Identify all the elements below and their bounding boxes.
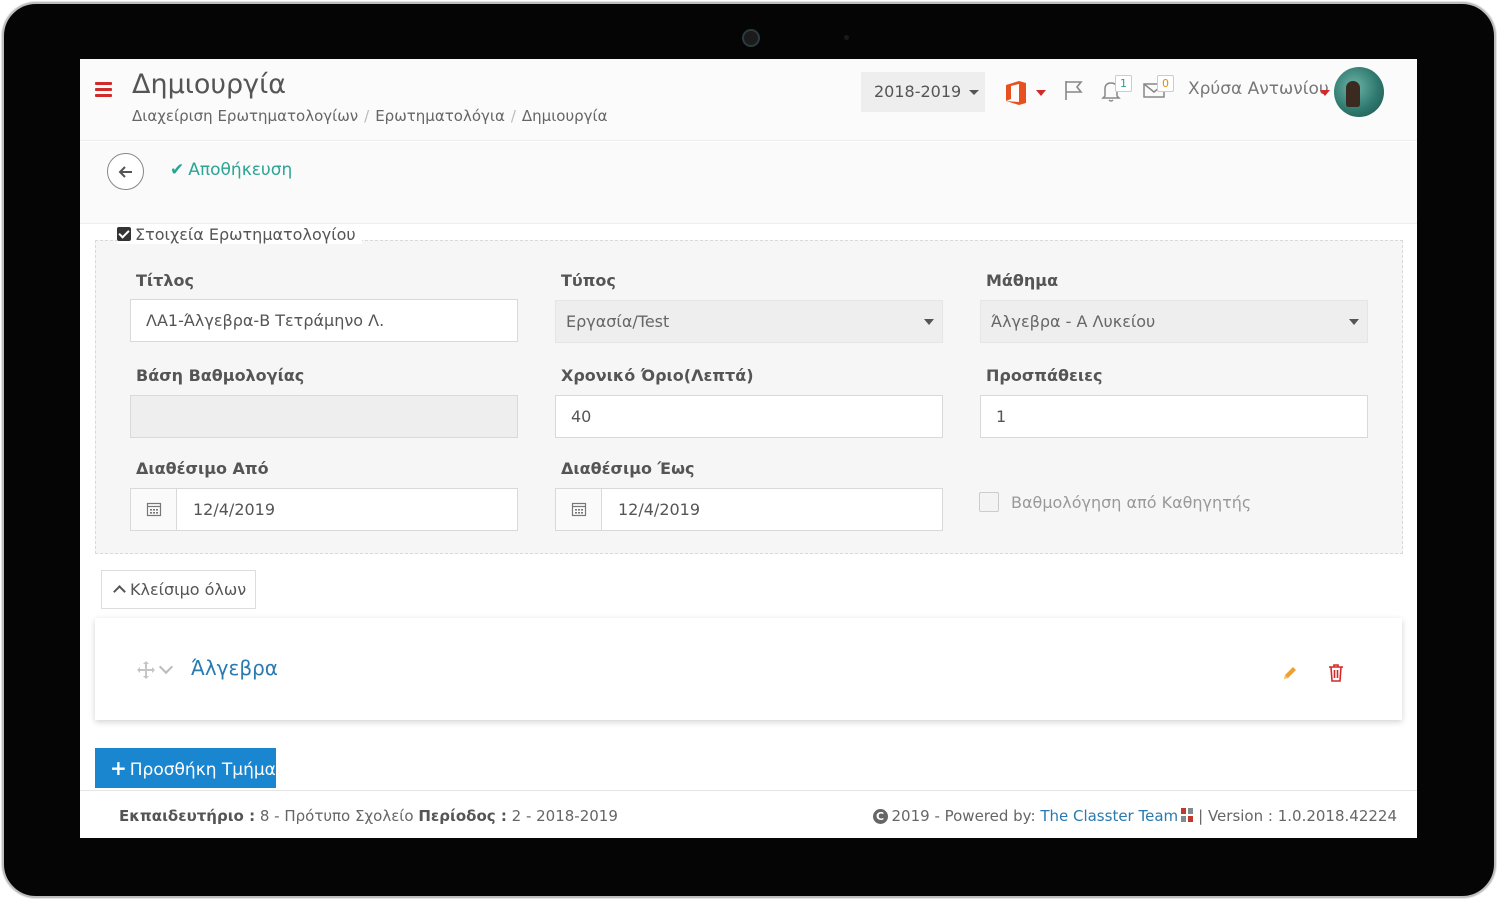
move-icon[interactable] <box>136 660 156 684</box>
menu-icon[interactable] <box>95 82 112 100</box>
app-screen: Δημιουργία Διαχείριση Ερωτηματολογίων / Ερ… <box>80 59 1417 838</box>
available-from-value: 12/4/2019 <box>193 500 276 519</box>
teacher-grading-label: Βαθμολόγηση από Καθηγητής <box>1011 493 1252 512</box>
available-to-field[interactable]: 12/4/2019 <box>555 488 943 531</box>
title-input[interactable]: ΛΑ1-Άλγεβρα-Β Τετράμηνο Λ. <box>130 299 518 342</box>
school-year-value: 2018-2019 <box>874 82 962 101</box>
arrow-left-icon <box>118 166 132 178</box>
collapse-all-button[interactable]: Κλείσιμο όλων <box>101 570 256 609</box>
time-limit-label: Χρονικό Όριο(Λεπτά) <box>561 366 754 385</box>
calendar-icon[interactable] <box>556 489 602 530</box>
footer: Εκπαιδευτήριο : 8 - Πρότυπο Σχολείο Περί… <box>80 790 1417 838</box>
title-label: Τίτλος <box>136 271 194 290</box>
grade-base-input <box>130 395 518 438</box>
chevron-up-icon <box>113 585 126 598</box>
available-from-label: Διαθέσιμο Από <box>136 459 269 478</box>
user-name[interactable]: Χρύσα Αντωνίου <box>1188 79 1329 99</box>
footer-school-value: 8 - Πρότυπο Σχολείο <box>259 807 414 825</box>
available-from-field[interactable]: 12/4/2019 <box>130 488 518 531</box>
grade-base-label: Βάση Βαθμολογίας <box>136 366 305 385</box>
attempts-input[interactable]: 1 <box>980 395 1368 438</box>
section-title[interactable]: Άλγεβρα <box>191 656 278 680</box>
footer-team-link[interactable]: The Classter Team <box>1040 807 1178 825</box>
time-limit-input[interactable]: 40 <box>555 395 943 438</box>
footer-credits: C 2019 - Powered by: The Classter Team | V… <box>872 807 1397 827</box>
classter-logo-icon <box>1180 807 1194 827</box>
collapse-all-label: Κλείσιμο όλων <box>130 580 247 599</box>
messages-badge: 0 <box>1157 75 1174 92</box>
avatar[interactable] <box>1334 67 1384 117</box>
page-title: Δημιουργία <box>132 69 287 100</box>
save-button[interactable]: ✔ Αποθήκευση <box>170 160 292 180</box>
section-card: Άλγεβρα <box>95 618 1402 720</box>
type-label: Τύπος <box>561 271 616 290</box>
page-header: Δημιουργία Διαχείριση Ερωτηματολογίων / Ερ… <box>80 59 1417 141</box>
footer-powered-prefix: 2019 - Powered by: <box>891 807 1036 825</box>
breadcrumb-item-questionnaire-admin[interactable]: Διαχείριση Ερωτηματολογίων <box>132 107 358 125</box>
footer-school-label: Εκπαιδευτήριο : <box>119 807 256 825</box>
check-icon: ✔ <box>170 160 185 180</box>
school-year-select[interactable]: 2018-2019 <box>861 72 985 112</box>
add-section-label: Προσθήκη Τμήμα <box>129 760 276 780</box>
breadcrumb-item-questionnaires[interactable]: Ερωτηματολόγια <box>375 107 505 125</box>
footer-period-value: 2 - 2018-2019 <box>511 807 618 825</box>
type-select-value: Εργασία/Test <box>566 312 670 331</box>
pencil-icon[interactable] <box>1281 664 1299 686</box>
camera-icon <box>742 29 760 47</box>
fieldset-legend-label: Στοιχεία Ερωτηματολογίου <box>135 225 356 244</box>
checked-checkbox-icon[interactable] <box>117 227 131 241</box>
teacher-grading-checkbox[interactable] <box>979 492 999 512</box>
chevron-down-icon[interactable] <box>158 659 174 675</box>
chevron-down-icon <box>1349 319 1359 325</box>
user-menu-chevron-icon[interactable] <box>1320 90 1330 96</box>
course-select[interactable]: Άλγεβρα - Α Λυκείου <box>980 300 1368 343</box>
office-icon[interactable] <box>1004 80 1028 110</box>
course-label: Μάθημα <box>986 271 1059 290</box>
available-to-value: 12/4/2019 <box>618 500 701 519</box>
chevron-down-icon <box>924 319 934 325</box>
available-to-label: Διαθέσιμο Έως <box>561 459 695 478</box>
fieldset-legend[interactable]: Στοιχεία Ερωτηματολογίου <box>117 225 362 244</box>
sensor-dot <box>844 35 849 40</box>
footer-school-info: Εκπαιδευτήριο : 8 - Πρότυπο Σχολείο Περί… <box>119 807 618 825</box>
breadcrumb-item-create: Δημιουργία <box>521 107 608 125</box>
attempts-label: Προσπάθειες <box>986 366 1103 385</box>
flag-icon[interactable] <box>1063 79 1085 105</box>
type-select[interactable]: Εργασία/Test <box>555 300 943 343</box>
add-section-button[interactable]: + Προσθήκη Τμήμα <box>95 748 276 788</box>
back-button[interactable] <box>107 153 144 190</box>
office-chevron-icon[interactable] <box>1036 90 1046 96</box>
footer-version: | Version : 1.0.2018.42224 <box>1198 807 1397 825</box>
action-toolbar: ✔ Αποθήκευση <box>80 142 1417 224</box>
copyright-icon: C <box>872 809 888 824</box>
plus-icon: + <box>110 756 127 780</box>
save-button-label: Αποθήκευση <box>188 160 293 180</box>
course-select-value: Άλγεβρα - Α Λυκείου <box>991 312 1156 331</box>
calendar-icon[interactable] <box>131 489 177 530</box>
notifications-badge: 1 <box>1115 75 1132 92</box>
chevron-down-icon <box>969 90 980 95</box>
trash-icon[interactable] <box>1328 664 1344 686</box>
footer-period-label: Περίοδος : <box>418 807 507 825</box>
breadcrumb: Διαχείριση Ερωτηματολογίων / Ερωτηματολόγι… <box>132 107 608 125</box>
